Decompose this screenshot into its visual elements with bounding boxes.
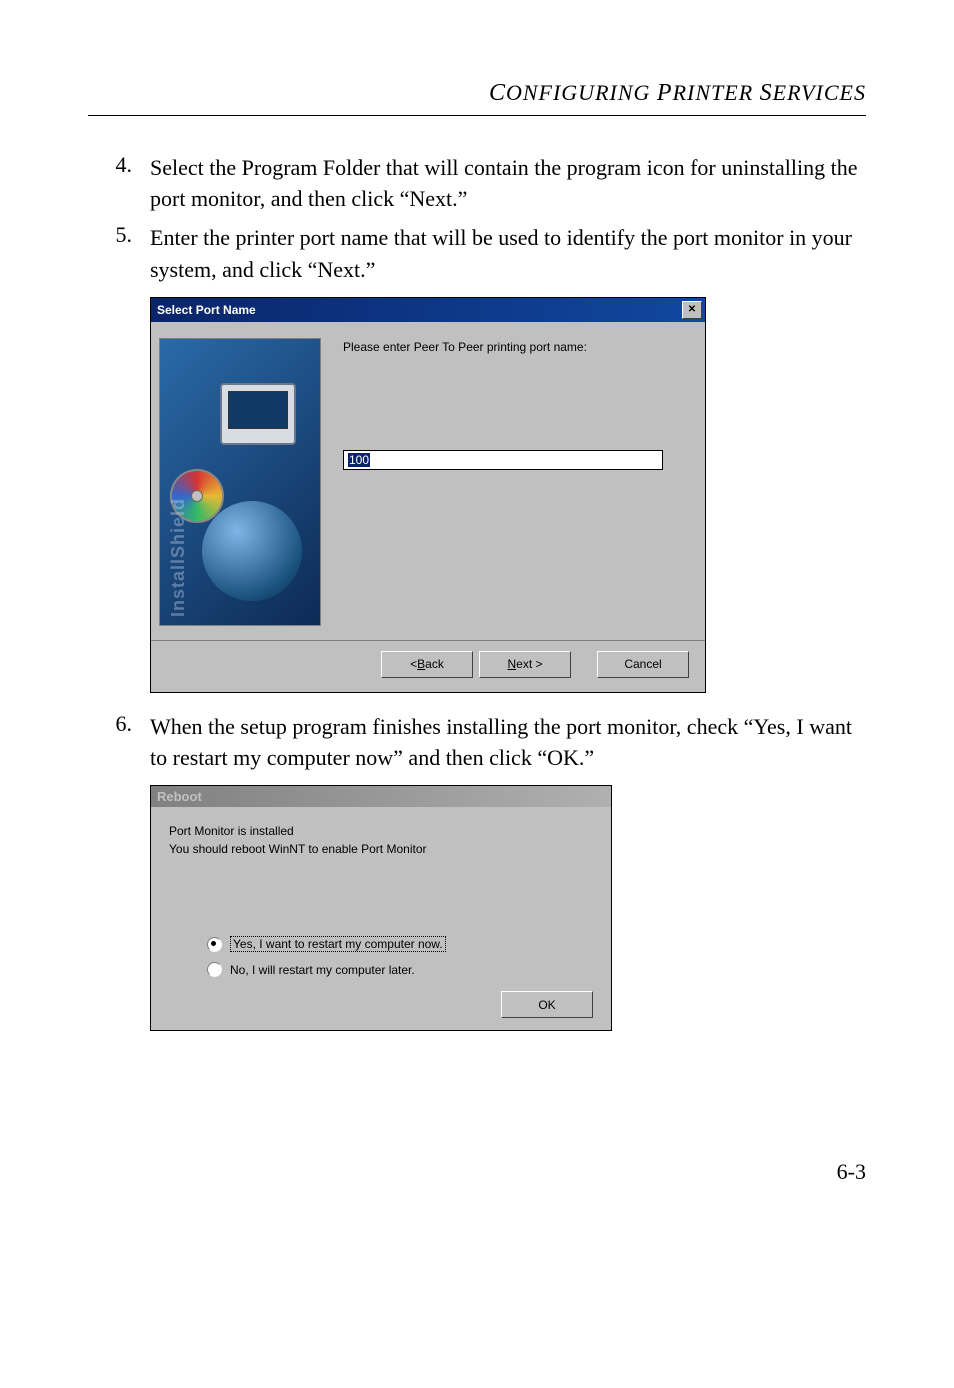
page-header: CONFIGURING PRINTER SERVICES	[88, 80, 866, 107]
reboot-dialog: Reboot Port Monitor is installed You sho…	[150, 785, 612, 1031]
step-text-6: When the setup program finishes installi…	[150, 711, 866, 773]
next-mnemonic: N	[507, 657, 516, 671]
step-text-5: Enter the printer port name that will be…	[150, 222, 866, 284]
back-button[interactable]: < Back	[381, 651, 473, 678]
close-icon: ✕	[688, 305, 696, 315]
dialog-title: Select Port Name	[157, 303, 256, 317]
back-prefix: <	[410, 657, 417, 671]
back-mnemonic: B	[417, 657, 425, 671]
reboot-title: Reboot	[157, 789, 202, 804]
radio-yes[interactable]	[207, 937, 222, 952]
radio-yes-label: Yes, I want to restart my computer now.	[230, 936, 446, 952]
radio-no[interactable]	[207, 962, 222, 977]
installer-graphic: InstallShield	[159, 338, 321, 626]
port-name-input[interactable]: 100	[343, 450, 663, 470]
step-number-5: 5.	[88, 222, 150, 284]
globe-icon	[202, 501, 302, 601]
step-number-4: 4.	[88, 152, 150, 214]
dialog-titlebar[interactable]: Select Port Name ✕	[151, 298, 705, 322]
page-number: 6-3	[88, 1159, 866, 1185]
port-name-prompt: Please enter Peer To Peer printing port …	[343, 340, 685, 354]
radio-no-label: No, I will restart my computer later.	[230, 963, 415, 977]
reboot-titlebar[interactable]: Reboot	[151, 786, 611, 807]
next-button[interactable]: Next >	[479, 651, 571, 678]
back-suffix: ack	[425, 657, 444, 671]
installshield-watermark: InstallShield	[168, 498, 189, 617]
monitor-icon	[220, 383, 296, 445]
step-text-4: Select the Program Folder that will cont…	[150, 152, 866, 214]
next-suffix: ext >	[516, 657, 542, 671]
select-port-name-dialog: Select Port Name ✕ InstallShield Please …	[150, 297, 706, 693]
reboot-message: Port Monitor is installed You should reb…	[169, 823, 593, 858]
radio-no-row[interactable]: No, I will restart my computer later.	[207, 962, 593, 977]
ok-button[interactable]: OK	[501, 991, 593, 1018]
close-button[interactable]: ✕	[682, 301, 702, 319]
step-number-6: 6.	[88, 711, 150, 773]
cancel-button[interactable]: Cancel	[597, 651, 689, 678]
header-rule	[88, 115, 866, 116]
radio-yes-row[interactable]: Yes, I want to restart my computer now.	[207, 936, 593, 952]
